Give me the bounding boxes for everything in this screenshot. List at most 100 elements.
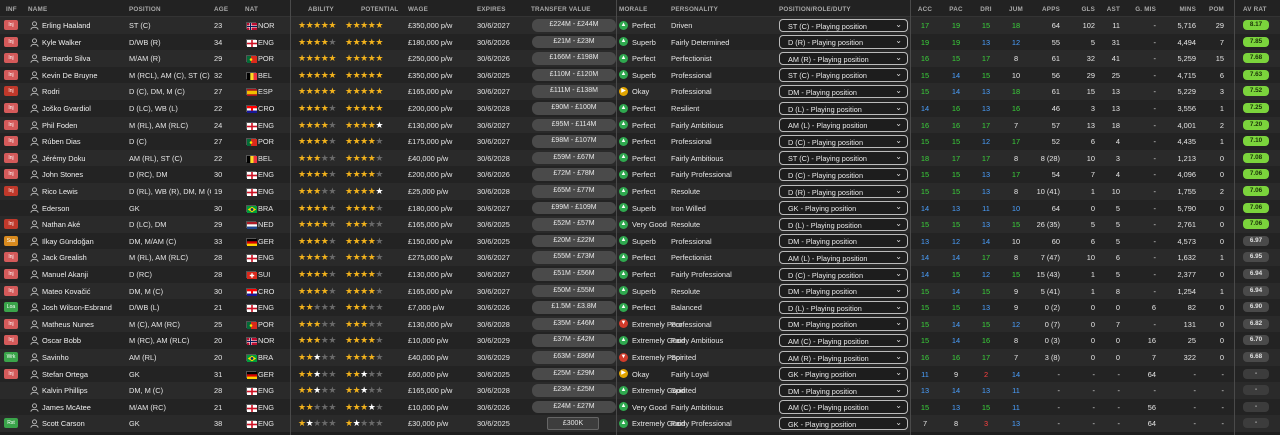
- col-potential[interactable]: POTENTIAL: [361, 5, 401, 14]
- transfer-value-pill[interactable]: £110M - £120M: [532, 68, 616, 82]
- col-acc[interactable]: ACC: [914, 5, 936, 14]
- transfer-value-pill[interactable]: £1.5M - £3.8M: [532, 301, 616, 314]
- table-row[interactable]: Rst Scott Carson GK 38 ENG ★★★★★ ★★★★★ £30,000 …: [0, 415, 1280, 432]
- table-row[interactable]: Ederson GK 30 BRA ★★★★★ ★★★★★ £180,000 p/w 30/6…: [0, 199, 1280, 217]
- position-role-duty-select[interactable]: GK - Playing position ⌄: [779, 367, 908, 381]
- transfer-value-pill[interactable]: £111M - £138M: [532, 85, 616, 98]
- table-row[interactable]: Inj Joško Gvardiol D (LC), WB (L) 22 CRO ★ ★ ★ ★…: [0, 100, 1280, 117]
- col-age[interactable]: AGE: [214, 5, 234, 14]
- col-ast[interactable]: AST: [1096, 5, 1120, 14]
- transfer-value-pill[interactable]: £63M - £86M: [532, 351, 616, 364]
- transfer-value-pill[interactable]: £25M - £29M: [532, 367, 616, 381]
- status-badge[interactable]: Inj: [4, 119, 18, 130]
- transfer-value-pill[interactable]: £166M - £198M: [532, 52, 616, 65]
- transfer-value-pill[interactable]: £99M - £109M: [532, 201, 616, 215]
- col-position-role-duty[interactable]: POSITION/ROLE/DUTY: [779, 5, 879, 14]
- position-role-duty-select[interactable]: D (R) - Playing position ⌄: [779, 35, 908, 49]
- position-role-duty-select[interactable]: DM - Playing position ⌄: [779, 84, 908, 99]
- status-badge[interactable]: Inj: [4, 219, 18, 230]
- col-jum[interactable]: JUM: [1005, 5, 1027, 14]
- position-role-duty-select[interactable]: DM - Playing position ⌄: [779, 383, 908, 398]
- position-role-duty-select[interactable]: D (L) - Playing position ⌄: [779, 217, 908, 232]
- transfer-value-pill[interactable]: £51M - £56M: [532, 268, 616, 281]
- status-badge[interactable]: Inj: [4, 335, 18, 346]
- table-row[interactable]: Inj Oscar Bobb M (RC), AM (RLC) 20 NOR ★ ★ ★ ★ ★ ★…: [0, 332, 1280, 349]
- transfer-value-pill[interactable]: £35M - £46M: [532, 317, 616, 331]
- transfer-value-pill[interactable]: £72M - £78M: [532, 168, 616, 181]
- col-avrat[interactable]: AV RAT: [1243, 5, 1273, 14]
- col-personality[interactable]: PERSONALITY: [671, 5, 731, 14]
- col-name[interactable]: NAME: [28, 5, 88, 14]
- transfer-value-pill[interactable]: £98M - £107M: [532, 135, 616, 148]
- col-position[interactable]: POSITION: [129, 5, 189, 14]
- status-badge[interactable]: Inj: [4, 318, 18, 329]
- col-ability[interactable]: ABILITY: [308, 5, 348, 14]
- status-badge[interactable]: Inj: [4, 169, 18, 180]
- table-row[interactable]: Inj Kevin De Bruyne M (RCL), AM (C), ST (C…: [0, 66, 1280, 84]
- table-row[interactable]: Inj Rico Lewis D (RL), WB (R), DM, M (C) 19…: [0, 183, 1280, 200]
- col-expires[interactable]: EXPIRES: [477, 5, 517, 14]
- status-badge[interactable]: Inj: [4, 69, 18, 80]
- col-morale[interactable]: MORALE: [619, 5, 659, 14]
- table-row[interactable]: Inj John Stones D (RC), DM 30 ENG ★★★★★ ★★★★★ £…: [0, 166, 1280, 183]
- status-badge[interactable]: Inj: [4, 285, 18, 296]
- transfer-value-pill[interactable]: £90M - £100M: [532, 102, 616, 115]
- col-inf[interactable]: INF: [6, 5, 26, 14]
- table-row[interactable]: Wrk Savinho AM (RL) 20 BRA ★★★★★ ★★★★★ £40,000 …: [0, 349, 1280, 366]
- position-role-duty-select[interactable]: AM (R) - Playing position ⌄: [779, 51, 908, 66]
- col-gls[interactable]: GLS: [1071, 5, 1095, 14]
- table-row[interactable]: Inj Rúben Dias D (C) 27 POR ★★★★★ ★★★★★ £175,00…: [0, 133, 1280, 150]
- status-badge[interactable]: Inj: [4, 86, 18, 97]
- table-row[interactable]: Inj Nathan Aké D (LC), DM 29 NED ★★★★★ ★★★★★ £1…: [0, 216, 1280, 233]
- position-role-duty-select[interactable]: D (C) - Playing position ⌄: [779, 267, 908, 281]
- col-apps[interactable]: APPS: [1036, 5, 1060, 14]
- position-role-duty-select[interactable]: AM (C) - Playing position ⌄: [779, 333, 908, 348]
- table-row[interactable]: Inj Matheus Nunes M (C), AM (RC) 25 POR ★ ★ ★ ★ ★…: [0, 315, 1280, 333]
- position-role-duty-select[interactable]: ST (C) - Playing position ⌄: [779, 18, 908, 32]
- status-badge[interactable]: Rst: [4, 418, 18, 429]
- table-row[interactable]: Inj Kyle Walker D/WB (R) 34 ENG ★★★★★ ★★★★★ £18…: [0, 33, 1280, 51]
- table-row[interactable]: Kalvin Phillips DM, M (C) 28 ENG ★★★★★ ★★★★★ £…: [0, 382, 1280, 399]
- table-row[interactable]: Inj Jérémy Doku AM (RL), ST (C) 22 BEL ★ ★ ★ ★ ★ ★…: [0, 149, 1280, 167]
- position-role-duty-select[interactable]: ST (C) - Playing position ⌄: [779, 151, 908, 165]
- transfer-value-pill[interactable]: £59M - £67M: [532, 151, 616, 165]
- status-badge[interactable]: Wrk: [4, 352, 18, 362]
- table-row[interactable]: Inj Jack Grealish M (RL), AM (RLC) 28 ENG ★ ★ ★…: [0, 249, 1280, 266]
- transfer-value-pill[interactable]: £300K: [547, 417, 599, 430]
- position-role-duty-select[interactable]: AM (C) - Playing position ⌄: [779, 400, 908, 414]
- status-badge[interactable]: Inj: [4, 186, 18, 196]
- table-row[interactable]: Inj Erling Haaland ST (C) 23 NOR ★★★★★ ★★★★★ £3…: [0, 17, 1280, 34]
- transfer-value-pill[interactable]: £37M - £42M: [532, 334, 616, 347]
- status-badge[interactable]: Inj: [4, 368, 18, 379]
- table-row[interactable]: Inj Manuel Akanji D (RC) 28 SUI ★★★★★ ★★★★★ £13…: [0, 266, 1280, 283]
- status-badge[interactable]: Inj: [4, 36, 18, 47]
- transfer-value-pill[interactable]: £224M - £244M: [532, 19, 616, 32]
- transfer-value-pill[interactable]: £23M - £25M: [532, 384, 616, 397]
- position-role-duty-select[interactable]: AM (R) - Playing position ⌄: [779, 350, 908, 364]
- position-role-duty-select[interactable]: D (C) - Playing position ⌄: [779, 134, 908, 149]
- position-role-duty-select[interactable]: AM (L) - Playing position ⌄: [779, 250, 908, 265]
- status-badge[interactable]: Loa: [4, 302, 18, 313]
- table-row[interactable]: Inj Mateo Kovačić DM, M (C) 30 CRO ★★★★★ ★★★★★…: [0, 282, 1280, 300]
- transfer-value-pill[interactable]: £52M - £57M: [532, 218, 616, 231]
- status-badge[interactable]: Inj: [4, 269, 18, 279]
- table-row[interactable]: James McAtee M/AM (RC) 21 ENG ★★★★★ ★★★★★ £10,…: [0, 398, 1280, 416]
- status-badge[interactable]: Inj: [4, 136, 18, 147]
- transfer-value-pill[interactable]: £50M - £55M: [532, 284, 616, 298]
- table-row[interactable]: Inj Bernardo Silva M/AM (R) 29 POR ★★★★★ ★★★★★…: [0, 50, 1280, 67]
- col-gmis[interactable]: G. MIS: [1128, 5, 1156, 14]
- transfer-value-pill[interactable]: £55M - £73M: [532, 251, 616, 264]
- transfer-value-pill[interactable]: £20M - £22M: [532, 234, 616, 248]
- position-role-duty-select[interactable]: DM - Playing position ⌄: [779, 234, 908, 248]
- position-role-duty-select[interactable]: D (L) - Playing position ⌄: [779, 101, 908, 115]
- position-role-duty-select[interactable]: GK - Playing position ⌄: [779, 416, 908, 431]
- col-nat[interactable]: NAT: [245, 5, 265, 14]
- position-role-duty-select[interactable]: D (L) - Playing position ⌄: [779, 300, 908, 315]
- position-role-duty-select[interactable]: ST (C) - Playing position ⌄: [779, 68, 908, 82]
- position-role-duty-select[interactable]: D (C) - Playing position ⌄: [779, 167, 908, 182]
- table-row[interactable]: Inj Rodri D (C), DM, M (C) 27 ESP ★★★★★ ★★★★★ £…: [0, 83, 1280, 100]
- status-badge[interactable]: Inj: [4, 20, 18, 30]
- col-transfer-value[interactable]: TRANSFER VALUE: [531, 5, 611, 14]
- status-badge[interactable]: Inj: [4, 53, 18, 64]
- position-role-duty-select[interactable]: DM - Playing position ⌄: [779, 284, 908, 298]
